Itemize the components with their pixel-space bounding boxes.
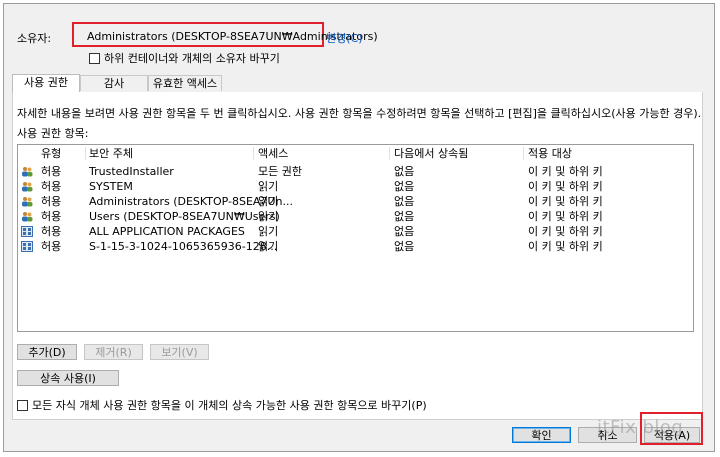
column-header-principal[interactable]: 보안 주체 bbox=[89, 145, 133, 162]
instructions-text: 자세한 내용을 보려면 사용 권한 항목을 두 번 클릭하십시오. 사용 권한 … bbox=[17, 107, 702, 120]
replace-child-permissions-label: 모든 자식 개체 사용 권한 항목을 이 개체의 상속 가능한 사용 권한 항목… bbox=[32, 399, 427, 412]
change-owner-link[interactable]: 변경(C) bbox=[326, 30, 363, 46]
cancel-button[interactable]: 취소 bbox=[578, 427, 637, 443]
permission-row[interactable]: 허용 ALL APPLICATION PACKAGES 읽기 없음 이 키 및 … bbox=[18, 224, 693, 239]
replace-owner-label: 하위 컨테이너와 개체의 소유자 바꾸기 bbox=[104, 52, 280, 65]
replace-child-permissions-checkbox[interactable] bbox=[17, 399, 28, 411]
users-icon bbox=[22, 182, 33, 192]
replace-child-permissions-row[interactable]: 모든 자식 개체 사용 권한 항목을 이 개체의 상속 가능한 사용 권한 항목… bbox=[17, 397, 427, 413]
permission-row[interactable]: 허용 TrustedInstaller 모든 권한 없음 이 키 및 하위 키 bbox=[18, 164, 693, 179]
add-button[interactable]: 추가(D) bbox=[17, 344, 77, 360]
package-icon bbox=[21, 226, 33, 237]
remove-button[interactable]: 제거(R) bbox=[84, 344, 143, 360]
tab-bar: 사용 권한 감사 유효한 액세스 bbox=[12, 74, 702, 93]
view-button[interactable]: 보기(V) bbox=[150, 344, 209, 360]
ok-button[interactable]: 확인 bbox=[512, 427, 571, 443]
users-icon bbox=[22, 212, 33, 222]
permission-row[interactable]: 허용 S-1-15-3-1024-1065365936-128... 읽기 없음… bbox=[18, 239, 693, 254]
replace-owner-checkbox[interactable] bbox=[89, 52, 100, 64]
permission-entries-list[interactable]: 유형 보안 주체 액세스 다음에서 상속됨 적용 대상 허용 TrustedIn… bbox=[17, 144, 694, 332]
column-header-inherited-from[interactable]: 다음에서 상속됨 bbox=[394, 145, 468, 162]
enable-inheritance-button[interactable]: 상속 사용(I) bbox=[17, 370, 119, 386]
replace-owner-checkbox-row[interactable]: 하위 컨테이너와 개체의 소유자 바꾸기 bbox=[89, 50, 280, 66]
column-header-access[interactable]: 액세스 bbox=[258, 145, 288, 162]
permission-entries-label: 사용 권한 항목: bbox=[17, 127, 89, 140]
tab-audit[interactable]: 감사 bbox=[80, 75, 148, 91]
apply-highlight-box bbox=[640, 412, 703, 445]
tab-permissions[interactable]: 사용 권한 bbox=[12, 74, 80, 92]
permission-row[interactable]: 허용 Users (DESKTOP-8SEA7UN₩Users) 읽기 없음 이… bbox=[18, 209, 693, 224]
permission-row[interactable]: 허용 Administrators (DESKTOP-8SEA7Un... 읽기… bbox=[18, 194, 693, 209]
column-header-applies-to[interactable]: 적용 대상 bbox=[528, 145, 572, 162]
owner-label: 소유자: bbox=[17, 32, 52, 45]
package-icon bbox=[21, 241, 33, 252]
column-header-type[interactable]: 유형 bbox=[41, 145, 61, 162]
users-icon bbox=[22, 167, 33, 177]
users-icon bbox=[22, 197, 33, 207]
permission-row[interactable]: 허용 SYSTEM 읽기 없음 이 키 및 하위 키 bbox=[18, 179, 693, 194]
tab-effective-access[interactable]: 유효한 액세스 bbox=[148, 75, 222, 91]
